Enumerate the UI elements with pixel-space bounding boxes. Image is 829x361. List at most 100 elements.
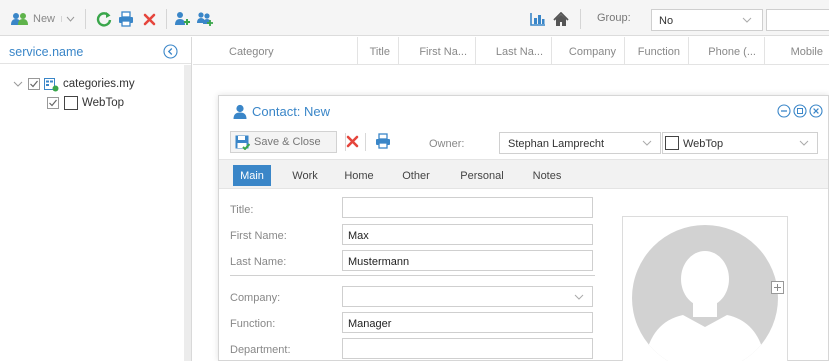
tree-node-webtop[interactable]: WebTop [47,95,124,111]
add-contact-button[interactable] [174,9,192,29]
contacts-grid-header: Category Title First Na... Last Na... Co… [193,37,829,65]
first-name-field[interactable]: Max [342,224,593,245]
chevron-down-icon [742,14,752,26]
group-select-value: No [659,15,674,27]
title-label: Title: [230,204,254,216]
section-divider [230,275,595,276]
dropdown-chevron-icon[interactable] [61,16,75,22]
first-name-label: First Name: [230,230,287,242]
column-label: Last Na... [495,46,543,58]
collapse-sidebar-icon[interactable] [163,44,178,59]
tree-node-label: categories.my [63,78,135,90]
column-header-category[interactable]: Category [193,37,358,65]
new-button[interactable]: New [10,9,75,29]
dialog-tabbar: Main Work Home Other Personal Notes [219,159,828,189]
tree-node-label: WebTop [82,97,124,109]
chart-icon [530,12,546,26]
category-select[interactable]: WebTop [662,132,818,154]
chart-view-button[interactable] [529,9,547,29]
save-icon [235,135,250,150]
main-toolbar: New Group: No [0,0,829,36]
category-color-swatch [64,96,78,110]
print-icon[interactable] [375,133,391,149]
column-label: Mobile [790,46,823,58]
last-name-field[interactable]: Mustermann [342,250,593,271]
new-button-label: New [33,13,56,25]
tree-node-categories[interactable]: categories.my [13,76,135,92]
tab-personal[interactable]: Personal [455,165,509,186]
contact-dialog: Contact: New Save & Close Owner: Stephan… [218,95,829,361]
sidebar-scrollbar[interactable] [184,65,191,361]
column-header-mobile[interactable]: Mobile [765,37,829,65]
column-header-function[interactable]: Function [625,37,689,65]
chevron-down-icon [799,138,809,148]
category-color-swatch [665,136,679,150]
maximize-icon[interactable] [793,104,807,118]
minimize-icon[interactable] [777,104,791,118]
tab-work[interactable]: Work [285,165,325,186]
checkbox-checked-icon[interactable] [47,97,59,109]
column-header-first-name[interactable]: First Na... [399,37,476,65]
tab-home[interactable]: Home [339,165,379,186]
column-label: Category [229,46,274,58]
column-label: Title [369,46,390,58]
tab-main[interactable]: Main [233,165,271,186]
toolbar-divider [85,9,86,29]
sidebar: service.name categories.my WebTop [0,37,192,361]
avatar-placeholder-icon [632,225,778,361]
home-icon [553,11,569,27]
delete-button[interactable] [141,9,157,29]
refresh-button[interactable] [95,9,113,29]
department-field[interactable] [342,338,593,359]
company-field[interactable] [342,286,593,307]
title-field[interactable] [342,197,593,218]
sidebar-header: service.name [0,37,191,64]
column-header-title[interactable]: Title [358,37,399,65]
add-contact-icon [174,11,192,27]
function-field-value: Manager [348,318,392,330]
add-photo-icon[interactable] [771,281,784,294]
print-icon [118,11,134,27]
sidebar-title: service.name [9,45,84,59]
tab-notes[interactable]: Notes [527,165,567,186]
categories-icon [44,77,59,92]
column-header-phone[interactable]: Phone (... [689,37,765,65]
column-label: Company [568,46,616,58]
column-header-last-name[interactable]: Last Na... [476,37,552,65]
contact-photo[interactable] [622,216,788,361]
delete-icon [143,13,156,26]
delete-icon[interactable] [346,135,359,148]
toolbar-divider [365,133,366,151]
first-name-field-value: Max [348,230,369,242]
toolbar-divider [580,9,581,29]
column-label: First Na... [419,46,467,58]
add-contacts-list-button[interactable] [196,9,214,29]
function-field[interactable]: Manager [342,312,593,333]
print-button[interactable] [117,9,135,29]
owner-select[interactable]: Stephan Lamprecht [499,132,661,154]
checkbox-checked-icon[interactable] [28,78,40,90]
group-select[interactable]: No [651,9,763,31]
department-label: Department: [230,344,291,356]
close-icon[interactable] [809,104,823,118]
dialog-title: Contact: New [252,104,331,119]
category-select-value: WebTop [683,138,724,150]
column-label: Function [637,46,680,58]
chevron-down-icon [642,138,652,148]
toolbar-divider [166,9,167,29]
column-header-company[interactable]: Company [552,37,625,65]
owner-label: Owner: [429,138,465,150]
chevron-down-icon[interactable] [13,79,23,89]
column-label: Phone (... [708,46,756,58]
search-input[interactable] [766,9,829,31]
tab-other[interactable]: Other [396,165,436,186]
add-contacts-list-icon [196,11,214,27]
company-label: Company: [230,292,281,304]
last-name-label: Last Name: [230,256,287,268]
function-label: Function: [230,318,276,330]
refresh-icon [96,11,112,27]
new-contact-icon [10,12,30,26]
save-close-button[interactable]: Save & Close [230,131,337,153]
home-button[interactable] [552,9,570,29]
dialog-toolbar: Save & Close Owner: Stephan Lamprecht We… [219,126,828,156]
